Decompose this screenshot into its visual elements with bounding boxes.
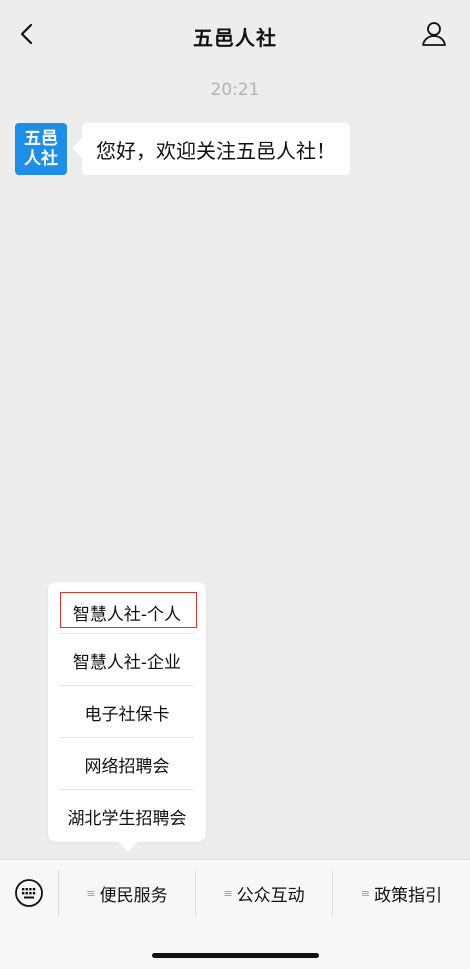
- menu-item-hubei-student-job-fair[interactable]: 湖北学生招聘会: [60, 790, 194, 842]
- tab-public-interaction[interactable]: ≡ 公众互动: [196, 870, 332, 916]
- tab-convenience-services[interactable]: ≡ 便民服务: [59, 870, 195, 916]
- person-icon: [422, 22, 446, 46]
- home-indicator[interactable]: [152, 953, 319, 958]
- nav-header: 五邑人社: [0, 0, 470, 70]
- keyboard-icon: [15, 879, 43, 907]
- menu-lines-icon: ≡: [86, 886, 96, 900]
- menu-item-e-social-card[interactable]: 电子社保卡: [60, 686, 194, 738]
- tab-label: 便民服务: [99, 885, 168, 906]
- message-text: 您好，欢迎关注五邑人社！: [96, 138, 336, 163]
- menu-item-label: 智慧人社-企业: [72, 652, 182, 673]
- menu-lines-icon: ≡: [223, 886, 233, 900]
- menu-item-label: 网络招聘会: [84, 756, 170, 777]
- menu-item-online-job-fair[interactable]: 网络招聘会: [60, 738, 194, 790]
- message-bubble[interactable]: 您好，欢迎关注五邑人社！: [82, 123, 350, 175]
- highlight-box-menu-item: [60, 592, 197, 628]
- page-title: 五邑人社: [193, 26, 277, 50]
- menu-item-label: 电子社保卡: [84, 704, 170, 725]
- menu-lines-icon: ≡: [360, 886, 371, 900]
- keyboard-toggle-button[interactable]: [12, 876, 46, 910]
- avatar[interactable]: 五邑 人社: [15, 123, 67, 175]
- tab-label: 政策指引: [374, 885, 443, 906]
- tab-label: 公众互动: [236, 885, 305, 906]
- tab-policy-guide[interactable]: ≡ 政策指引: [333, 870, 470, 916]
- menu-item-smart-hrss-enterprise[interactable]: 智慧人社-企业: [60, 634, 194, 686]
- profile-button[interactable]: [418, 18, 450, 50]
- avatar-text-line1: 五邑: [24, 129, 58, 149]
- avatar-text-line2: 人社: [24, 149, 58, 169]
- menu-item-label: 湖北学生招聘会: [67, 808, 187, 829]
- chat-timestamp: 20:21: [210, 80, 260, 100]
